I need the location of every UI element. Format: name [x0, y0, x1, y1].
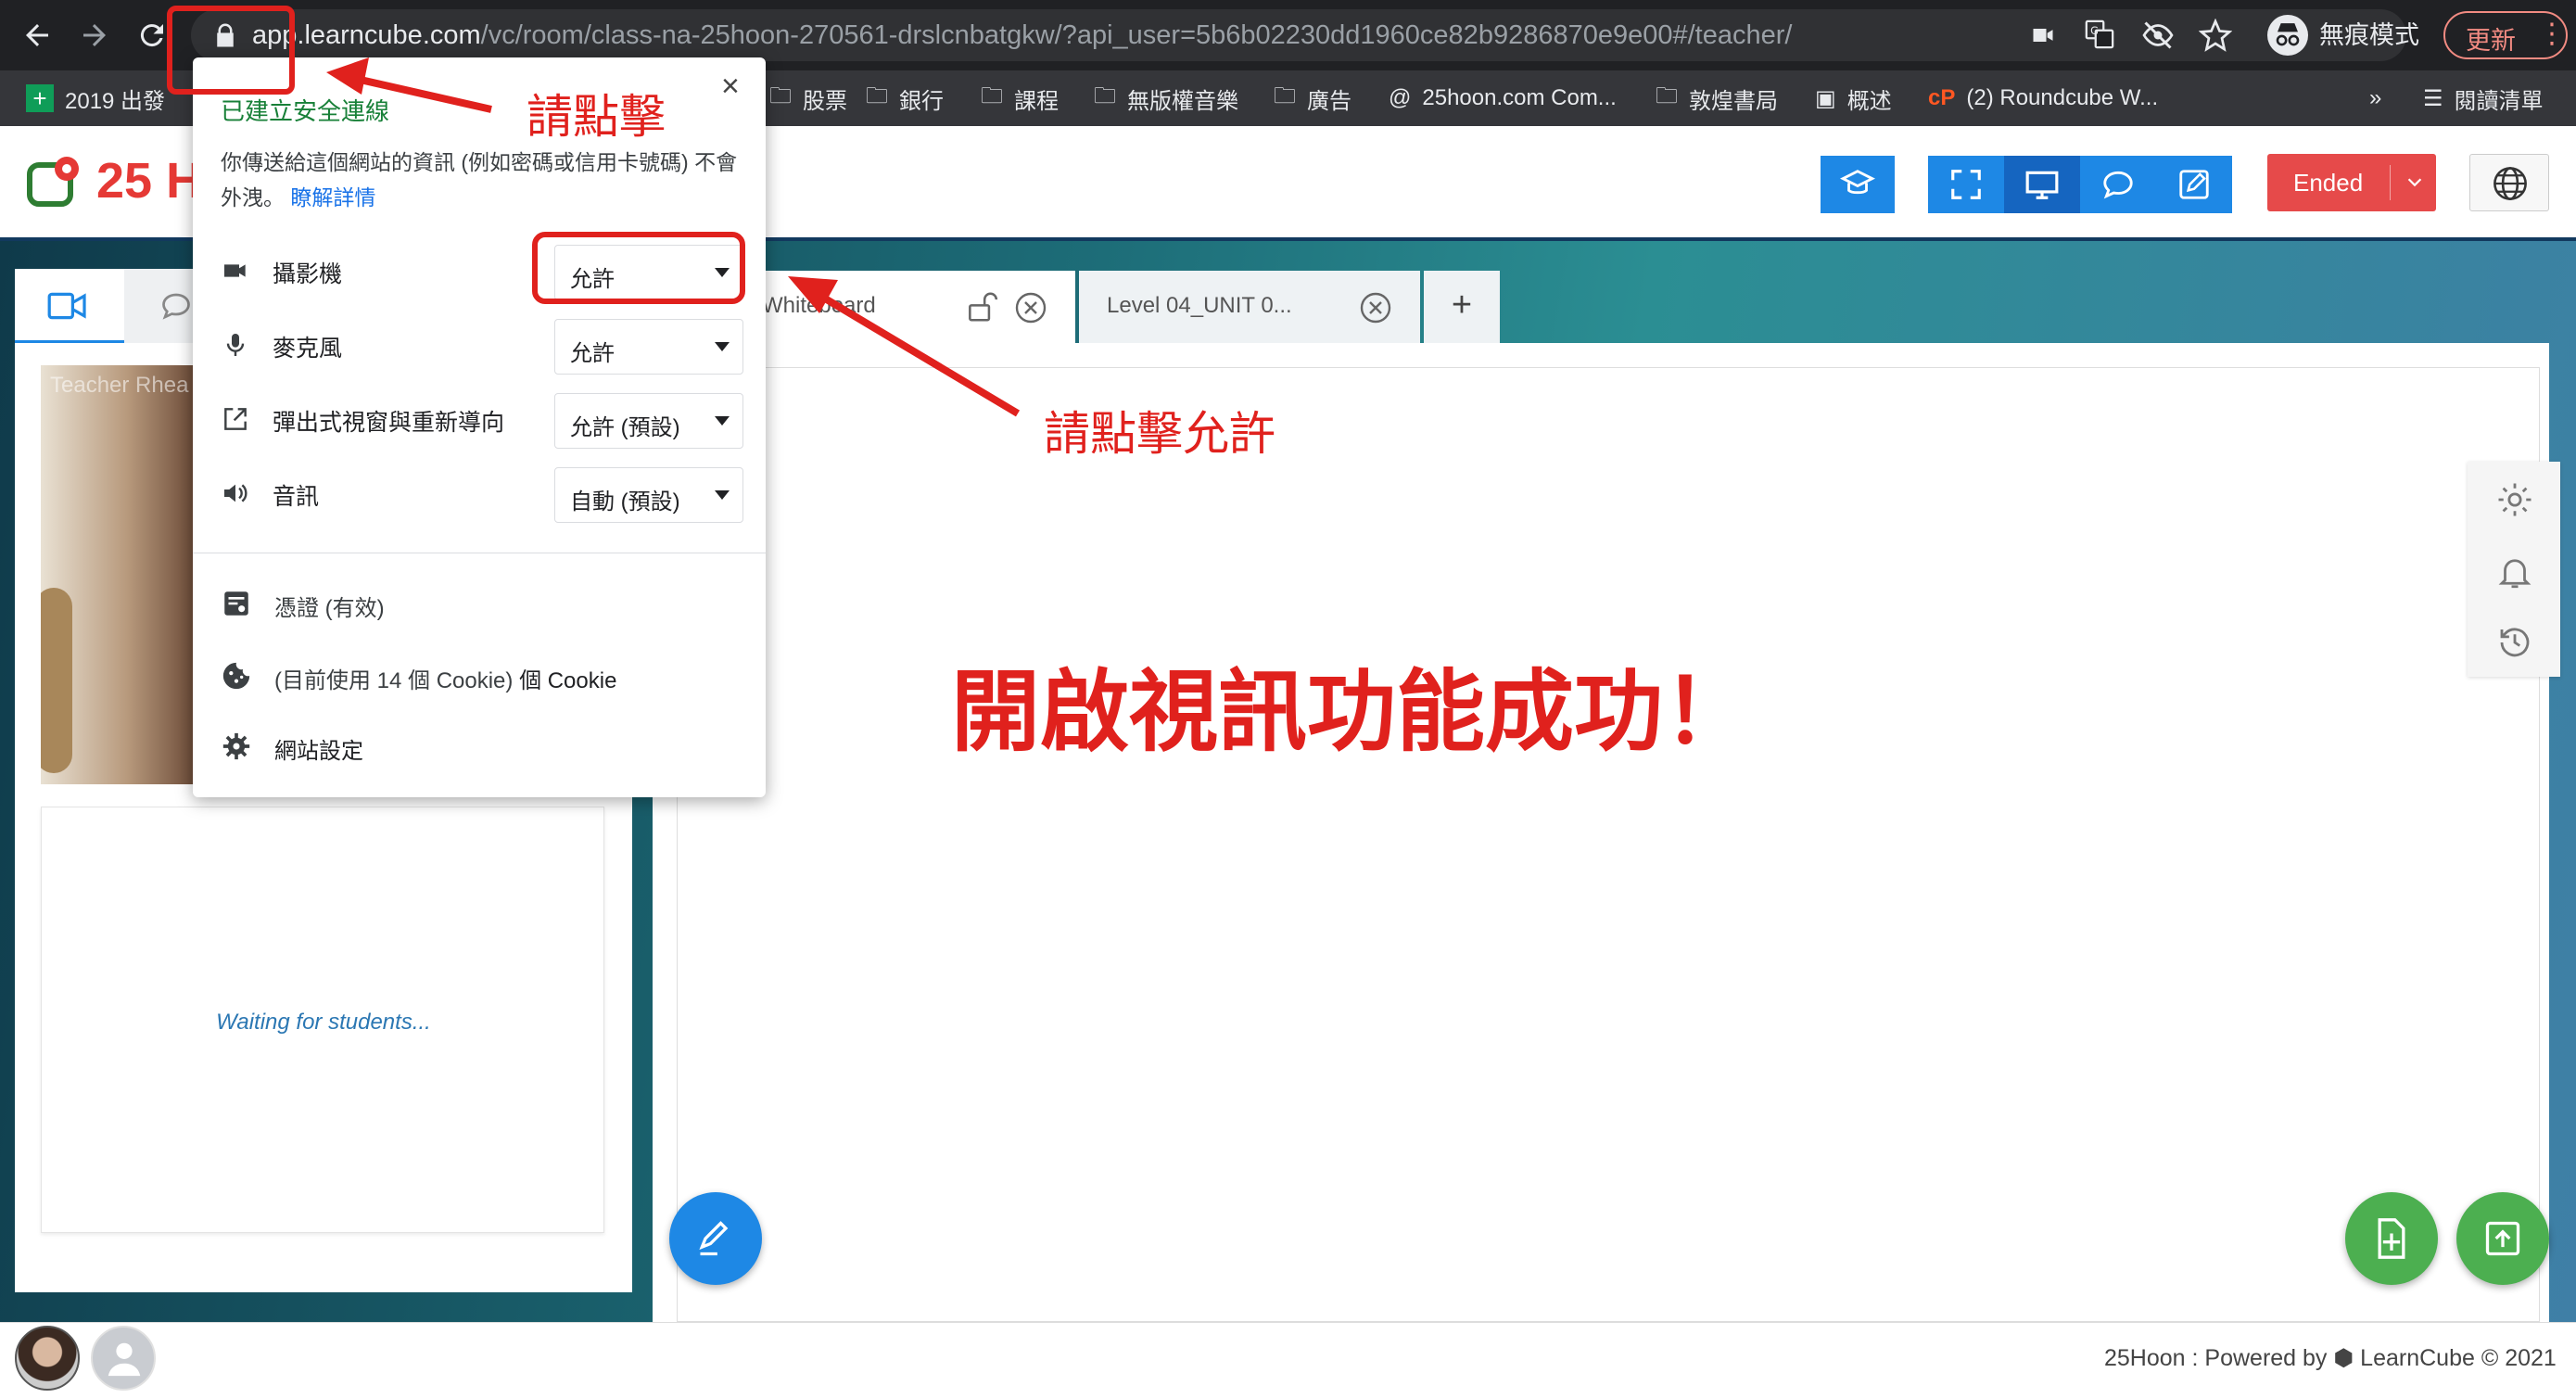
- annotation-click-allow: 請點擊允許: [1044, 408, 1275, 460]
- arrow-to-lock: [326, 57, 492, 113]
- annotation-click-here: 請點擊: [527, 91, 666, 143]
- arrow-to-camera-select: [788, 276, 1021, 417]
- annotation-success: 開啟視訊功能成功！: [951, 663, 1752, 762]
